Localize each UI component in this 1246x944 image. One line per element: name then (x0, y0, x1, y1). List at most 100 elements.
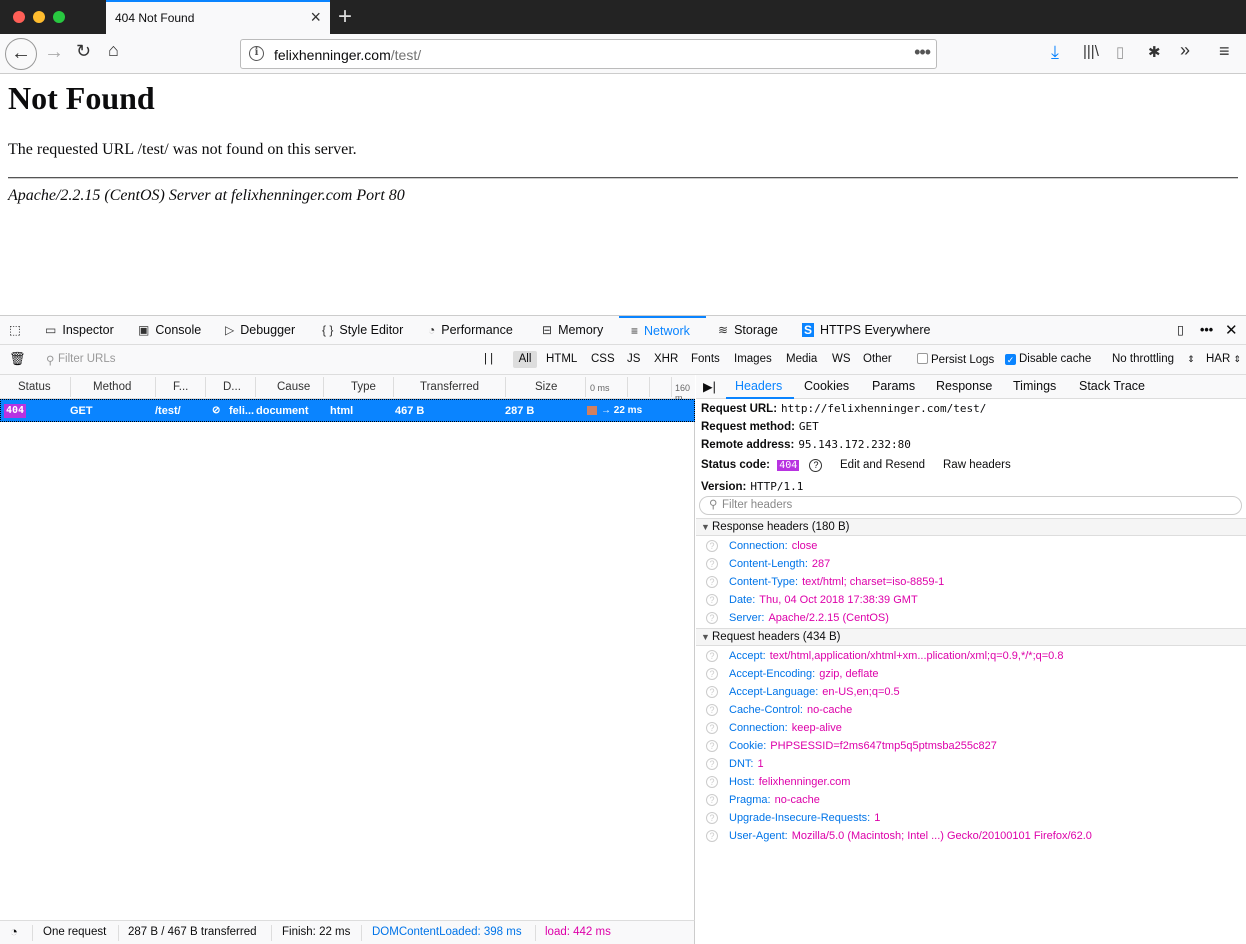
toggle-sidebar-icon[interactable]: ▶| (703, 379, 716, 394)
url-bar[interactable]: i felixhenninger.com/test/ ••• (240, 39, 937, 69)
help-icon[interactable]: ? (706, 650, 718, 662)
help-icon[interactable]: ? (706, 776, 718, 788)
col-type[interactable]: Type (351, 381, 376, 393)
col-domain[interactable]: D... (223, 381, 241, 393)
tab-https-everywhere[interactable]: S HTTPS Everywhere (802, 316, 930, 345)
browser-tab[interactable]: 404 Not Found × (106, 0, 330, 34)
header-row[interactable]: ? Host: felixhenninger.com (696, 773, 1246, 791)
header-row[interactable]: ? Cookie: PHPSESSID=f2ms647tmp5q5ptmsba255… (696, 737, 1246, 755)
tab-storage[interactable]: ≋ Storage (718, 316, 778, 345)
request-headers-section[interactable]: ▼ Request headers (434 B) (696, 628, 1246, 646)
help-icon[interactable]: ? (706, 668, 718, 680)
col-size[interactable]: Size (535, 381, 557, 393)
page-actions-icon[interactable]: ••• (914, 42, 931, 63)
header-row[interactable]: ? Connection: keep-alive (696, 719, 1246, 737)
filter-js-button[interactable]: JS (627, 353, 640, 365)
header-row[interactable]: ? Pragma: no-cache (696, 791, 1246, 809)
filter-headers-input[interactable]: ⚲ Filter headers (699, 496, 1242, 515)
help-icon[interactable]: ? (706, 758, 718, 770)
performance-analysis-icon[interactable]: ◔ (10, 924, 18, 939)
header-row[interactable]: ? Accept-Language: en-US,en;q=0.5 (696, 683, 1246, 701)
minimize-window-button[interactable] (33, 11, 45, 23)
col-cause[interactable]: Cause (277, 381, 310, 393)
tab-debugger[interactable]: ▷ Debugger (225, 316, 295, 345)
raw-headers-button[interactable]: Raw headers (943, 459, 1011, 471)
site-info-icon[interactable]: i (249, 46, 264, 61)
reader-view-icon[interactable]: ▯ (1116, 43, 1124, 61)
close-window-button[interactable] (13, 11, 25, 23)
filter-fonts-button[interactable]: Fonts (691, 353, 720, 365)
overflow-menu-icon[interactable]: » (1180, 40, 1190, 61)
tab-style-editor[interactable]: { } Style Editor (322, 316, 403, 345)
header-row[interactable]: ? Content-Length: 287 (696, 555, 1246, 573)
help-icon[interactable]: ? (706, 722, 718, 734)
help-icon[interactable]: ? (706, 812, 718, 824)
har-menu[interactable]: HAR ⇕ (1206, 353, 1241, 365)
help-icon[interactable]: ? (706, 594, 718, 606)
reload-button[interactable]: ↻ (76, 41, 91, 62)
edit-resend-button[interactable]: Edit and Resend (840, 459, 925, 471)
dock-icon[interactable]: ▯ (1177, 316, 1184, 345)
tab-inspector[interactable]: ▭ Inspector (45, 316, 114, 345)
col-method[interactable]: Method (93, 381, 131, 393)
element-picker-icon[interactable]: ⬚ (9, 316, 21, 345)
filter-css-button[interactable]: CSS (591, 353, 615, 365)
pause-icon[interactable]: | | (484, 353, 493, 365)
close-devtools-icon[interactable]: ✕ (1225, 316, 1238, 345)
header-row[interactable]: ? Cache-Control: no-cache (696, 701, 1246, 719)
trash-icon[interactable]: 🗑 (9, 351, 26, 367)
filter-urls-input[interactable]: Filter URLs (58, 353, 116, 365)
header-row[interactable]: ? Upgrade-Insecure-Requests: 1 (696, 809, 1246, 827)
filter-html-button[interactable]: HTML (546, 353, 577, 365)
header-row[interactable]: ? Accept-Encoding: gzip, deflate (696, 665, 1246, 683)
tab-network[interactable]: ≡ Network (619, 316, 706, 345)
throttling-select[interactable]: No throttling ⇕ (1112, 353, 1195, 365)
filter-xhr-button[interactable]: XHR (654, 353, 678, 365)
header-row[interactable]: ? Connection: close (696, 537, 1246, 555)
header-row[interactable]: ? Content-Type: text/html; charset=iso-885… (696, 573, 1246, 591)
tab-stack-trace[interactable]: Stack Trace (1079, 379, 1145, 393)
tab-params[interactable]: Params (872, 379, 915, 393)
url-text[interactable]: felixhenninger.com/test/ (274, 47, 421, 63)
help-icon[interactable]: ? (706, 558, 718, 570)
header-row[interactable]: ? DNT: 1 (696, 755, 1246, 773)
col-file[interactable]: F... (173, 381, 188, 393)
tab-timings[interactable]: Timings (1013, 379, 1056, 393)
header-row[interactable]: ? Accept: text/html,application/xhtml+xm..… (696, 647, 1246, 665)
downloads-icon[interactable]: ⤓ (1051, 42, 1059, 63)
new-tab-icon[interactable]: + (338, 3, 352, 31)
tab-response[interactable]: Response (936, 379, 992, 393)
header-row[interactable]: ? Server: Apache/2.2.15 (CentOS) (696, 609, 1246, 627)
header-row[interactable]: ? User-Agent: Mozilla/5.0 (Macintosh; Inte… (696, 827, 1246, 845)
maximize-window-button[interactable] (53, 11, 65, 23)
response-headers-section[interactable]: ▼ Response headers (180 B) (696, 518, 1246, 536)
library-icon[interactable]: |||\ (1083, 43, 1099, 60)
help-icon[interactable]: ? (706, 704, 718, 716)
help-icon[interactable]: ? (706, 740, 718, 752)
tab-cookies[interactable]: Cookies (804, 379, 849, 393)
extension-icon[interactable]: ✱ (1148, 43, 1161, 61)
help-icon[interactable]: ? (706, 576, 718, 588)
tab-console[interactable]: ▣ Console (138, 316, 201, 345)
disable-cache-checkbox[interactable]: ✓ Disable cache (1005, 353, 1091, 365)
help-icon[interactable]: ? (706, 686, 718, 698)
filter-all-button[interactable]: All (513, 351, 537, 368)
help-icon[interactable]: ? (706, 830, 718, 842)
help-icon[interactable]: ? (809, 459, 823, 472)
help-icon[interactable]: ? (706, 794, 718, 806)
home-button[interactable]: ⌂ (108, 40, 119, 61)
tab-headers[interactable]: Headers (735, 379, 782, 393)
filter-media-button[interactable]: Media (786, 353, 817, 365)
col-transferred[interactable]: Transferred (420, 381, 479, 393)
help-icon[interactable]: ? (706, 540, 718, 552)
filter-ws-button[interactable]: WS (832, 353, 851, 365)
more-options-icon[interactable]: ••• (1200, 316, 1213, 345)
back-button[interactable]: ← (5, 38, 37, 70)
filter-images-button[interactable]: Images (734, 353, 772, 365)
forward-button[interactable]: → (44, 41, 64, 64)
table-row[interactable]: 404 GET /test/ ⊘ feli... document html 4… (0, 399, 695, 422)
persist-logs-checkbox[interactable]: Persist Logs (917, 353, 994, 366)
hamburger-menu-icon[interactable]: ≡ (1219, 41, 1230, 62)
tab-performance[interactable]: ◔ Performance (428, 316, 513, 345)
tab-memory[interactable]: ⊟ Memory (542, 316, 603, 345)
